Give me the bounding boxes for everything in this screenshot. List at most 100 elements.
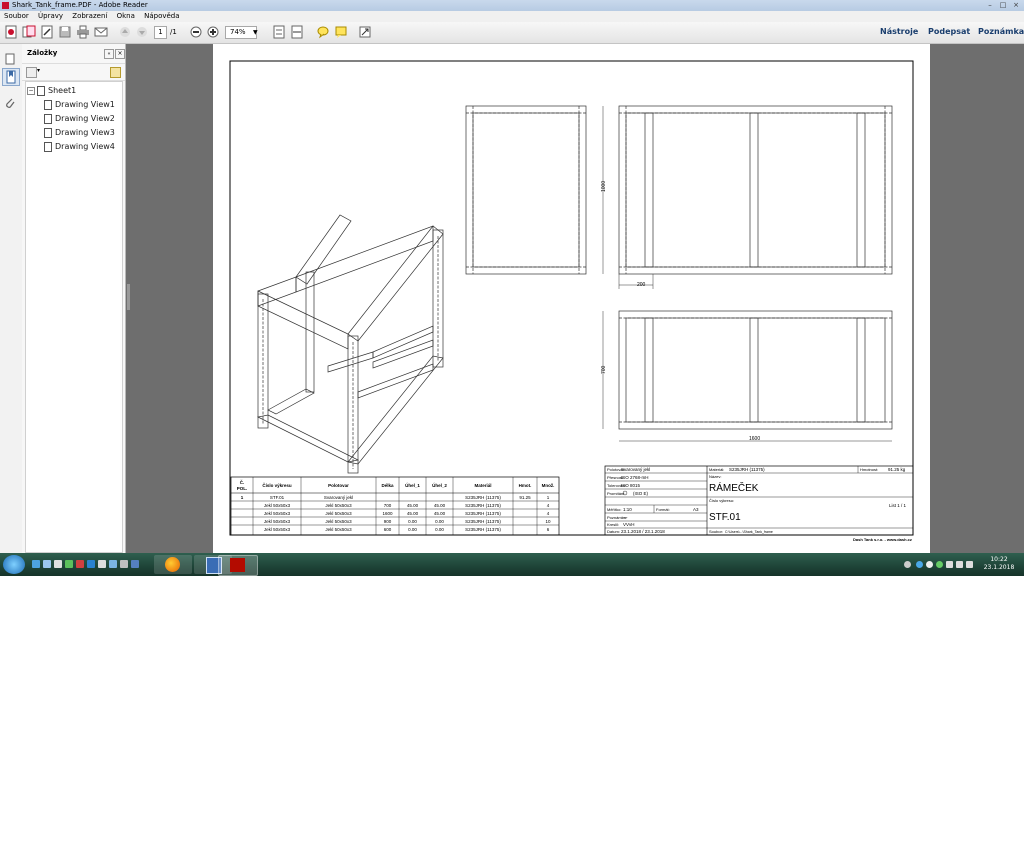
edit-icon[interactable] <box>40 25 54 39</box>
volume-icon[interactable] <box>966 561 973 568</box>
expand-toggle-icon[interactable]: − <box>27 86 35 95</box>
bom-cell: 1600 <box>382 511 393 516</box>
save-icon[interactable] <box>58 25 72 39</box>
menu-soubor[interactable]: Soubor <box>4 12 29 20</box>
adobe-reader-taskbar-button[interactable] <box>218 555 258 576</box>
bom-cell: S235JRH (11375) <box>465 503 501 508</box>
tool-icon[interactable] <box>120 560 128 568</box>
menu-upravy[interactable]: Úpravy <box>38 12 63 20</box>
app-icon[interactable] <box>76 560 84 568</box>
comment-icon[interactable] <box>316 25 330 39</box>
tree-item-label: Sheet1 <box>48 86 77 95</box>
browser-icon[interactable] <box>65 560 73 568</box>
network-icon[interactable] <box>109 560 117 568</box>
bom-cell: 0.00 <box>435 519 444 524</box>
title-bar: Shark_Tank_frame.PDF - Adobe Reader – □ … <box>0 0 1024 11</box>
media-icon[interactable] <box>98 560 106 568</box>
next-page-icon[interactable] <box>135 25 149 39</box>
document-icon <box>37 85 45 96</box>
nazev-label: Název: <box>709 474 721 479</box>
combine-icon[interactable] <box>22 25 36 39</box>
explorer-icon[interactable] <box>43 560 51 568</box>
bom-cell: Jekl 50x50x3 <box>264 519 291 524</box>
bookmarks-panel: Záložky « × ▾ − Sheet1 Drawing View1 Draw… <box>22 44 126 553</box>
adobe-reader-icon <box>2 2 9 9</box>
system-tray: 10:22 23.1.2018 <box>904 553 1024 576</box>
settings-icon[interactable] <box>54 560 62 568</box>
soubor-label: Soubor: <box>709 529 723 534</box>
fit-width-icon[interactable] <box>290 25 304 39</box>
email-icon[interactable] <box>94 25 108 39</box>
tree-item-drawing-view4[interactable]: Drawing View4 <box>44 141 115 153</box>
zoom-out-icon[interactable] <box>189 25 203 39</box>
attachments-icon[interactable] <box>4 94 16 108</box>
tree-item-drawing-view2[interactable]: Drawing View2 <box>44 113 115 125</box>
print-icon[interactable] <box>76 25 90 39</box>
bom-header-cell: Č. <box>240 479 245 485</box>
adobe-reader-icon <box>230 558 245 572</box>
kreslil-value: VVvH <box>623 522 635 527</box>
bom-cell: S235JRH (11375) <box>465 519 501 524</box>
fit-page-icon[interactable] <box>272 25 286 39</box>
toolbar: 1 /1 74% ▼ Nástroje Podepsat Poznámka <box>0 22 1024 44</box>
start-button[interactable] <box>3 555 25 574</box>
sign-button[interactable]: Podepsat <box>928 27 970 36</box>
bom-cell: 91.25 <box>519 495 531 500</box>
bom-cell: 10 <box>545 519 551 524</box>
maximize-icon[interactable]: □ <box>998 1 1008 9</box>
page-number-input[interactable]: 1 <box>154 26 167 39</box>
hmotnost-value: 91.25 kg <box>888 467 906 472</box>
flag-icon[interactable] <box>946 561 953 568</box>
tree-item-drawing-view3[interactable]: Drawing View3 <box>44 127 115 139</box>
desktop-icon[interactable] <box>32 560 40 568</box>
dim-left-width: 200 <box>637 282 646 288</box>
bom-cell: Jekl 50x50x3 <box>325 527 352 532</box>
tree-item-drawing-view1[interactable]: Drawing View1 <box>44 99 115 111</box>
network-tray-icon[interactable] <box>956 561 963 568</box>
highlight-icon[interactable] <box>334 25 348 39</box>
clock[interactable]: 10:22 23.1.2018 <box>982 556 1016 572</box>
arrow-up-icon[interactable] <box>904 561 911 568</box>
sync-icon[interactable] <box>926 561 933 568</box>
page-thumbnails-icon[interactable] <box>4 50 16 65</box>
minimize-icon[interactable]: – <box>985 1 995 9</box>
tree-item-label: Drawing View1 <box>55 100 115 109</box>
meritko-label: Měřítko: <box>607 507 621 512</box>
chevron-down-icon[interactable]: ▼ <box>253 26 258 39</box>
close-icon[interactable]: × <box>1011 1 1021 9</box>
menu-okna[interactable]: Okna <box>117 12 135 20</box>
close-panel-icon[interactable]: × <box>115 49 125 59</box>
create-pdf-icon[interactable] <box>4 25 18 39</box>
tools-button[interactable]: Nástroje <box>880 27 918 36</box>
window-icon[interactable] <box>131 560 139 568</box>
collapse-panel-icon[interactable]: « <box>104 49 114 59</box>
title-block: Polotovar: Svarovaný jekl Přesnost: ISO … <box>604 465 914 542</box>
prev-page-icon[interactable] <box>118 25 132 39</box>
update-icon[interactable] <box>916 561 923 568</box>
bom-cell: Jekl 50x50x3 <box>264 511 291 516</box>
panel-splitter[interactable] <box>127 284 130 310</box>
bom-cell: 0.00 <box>408 519 417 524</box>
bom-cell: 0.00 <box>408 527 417 532</box>
firefox-taskbar-button[interactable] <box>154 555 192 574</box>
expand-icon[interactable] <box>358 25 372 39</box>
bom-cell: 4 <box>547 503 550 508</box>
new-bookmark-icon[interactable] <box>110 67 121 78</box>
chevron-down-icon[interactable]: ▾ <box>37 67 40 74</box>
bookmarks-panel-icon[interactable] <box>2 68 20 86</box>
menu-napoveda[interactable]: Nápověda <box>144 12 179 20</box>
options-icon[interactable] <box>26 67 37 78</box>
menu-zobrazeni[interactable]: Zobrazení <box>72 12 107 20</box>
mail-icon[interactable] <box>87 560 95 568</box>
tolerovani-value: ISO 8015 <box>621 483 641 488</box>
bom-header-cell: Úhel_2 <box>432 482 447 488</box>
tree-item-sheet1[interactable]: − Sheet1 <box>27 85 76 97</box>
bom-cell: 900 <box>384 519 392 524</box>
security-icon[interactable] <box>936 561 943 568</box>
zoom-in-icon[interactable] <box>206 25 220 39</box>
bom-cell: 45.00 <box>407 503 419 508</box>
bom-cell: S235JRH (11375) <box>465 527 501 532</box>
comment-button[interactable]: Poznámka <box>978 27 1024 36</box>
bom-cell: Jekl 50x50x3 <box>325 519 352 524</box>
format-label: Formát: <box>656 507 670 512</box>
